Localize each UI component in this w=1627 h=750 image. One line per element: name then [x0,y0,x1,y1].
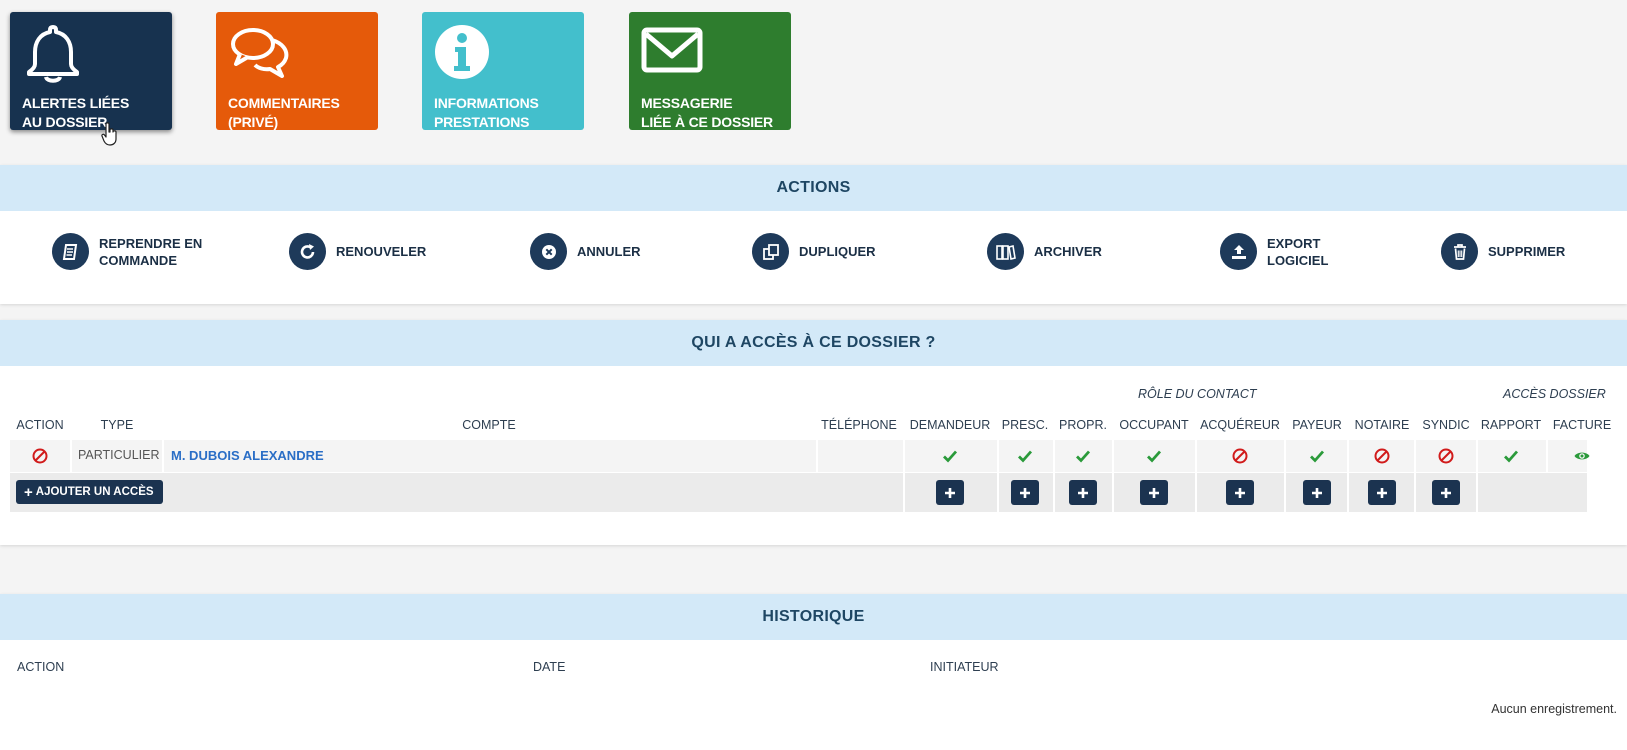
cancel-action-label: ANNULER [577,244,641,259]
actions-panel: ACTIONS REPRENDRE EN COMMANDE RENOUVELER… [0,165,1627,304]
history-panel: HISTORIQUE ACTION DATE INITIATEUR Aucun … [0,594,1627,750]
refresh-icon [300,243,314,259]
cancel-action-button[interactable]: ANNULER [530,233,641,270]
reorder-action-label: REPRENDRE EN COMMANDE [99,235,203,268]
archive-action-button[interactable]: ARCHIVER [987,233,1102,270]
plus-icon [1235,487,1245,498]
trash-icon [1453,243,1466,260]
history-panel-title: HISTORIQUE [0,594,1627,640]
add-access-label: AJOUTER UN ACCÈS [35,486,154,498]
account-link[interactable]: M. DUBOIS ALEXANDRE [171,448,324,463]
duplicate-action-button[interactable]: DUPLIQUER [752,233,876,270]
archive-action-label: ARCHIVER [1034,244,1102,259]
export-action-button[interactable]: EXPORT LOGICIEL [1220,233,1328,270]
archive-icon [995,244,1016,260]
col-action-header: ACTION [16,418,64,432]
col-facture-header: FACTURE [1552,418,1612,432]
add-notaire-button[interactable] [1368,480,1396,505]
renew-action-label: RENOUVELER [336,244,427,259]
history-col-initiateur: INITIATEUR [930,660,999,674]
delete-action-label: SUPPRIMER [1488,244,1566,259]
messaging-tile[interactable]: MESSAGERIE LIÉE À CE DOSSIER [629,12,791,130]
table-row: PARTICULIER M. DUBOIS ALEXANDRE [10,440,1590,472]
col-telephone-header: TÉLÉPHONE [821,418,897,432]
plus-icon [1441,487,1451,498]
comments-icon [231,28,289,78]
plus-icon [1078,487,1088,498]
check-icon [1504,450,1519,463]
col-payeur-header: PAYEUR [1292,418,1342,432]
add-acquereur-button[interactable] [1226,480,1254,505]
add-demandeur-button[interactable] [936,480,964,505]
add-access-button[interactable]: + AJOUTER UN ACCÈS [16,480,163,504]
check-icon [1147,450,1162,463]
order-icon [62,243,77,260]
comments-tile[interactable]: COMMENTAIRES (PRIVÉ) [216,12,378,130]
check-icon [1310,450,1325,463]
forbidden-icon [1438,448,1454,464]
add-syndic-button[interactable] [1432,480,1460,505]
hand-cursor-icon [101,122,117,146]
check-icon [1076,450,1091,463]
plus-icon [1020,487,1030,498]
col-occupant-header: OCCUPANT [1119,418,1189,432]
envelope-icon [641,27,703,73]
cancel-icon [541,244,556,259]
bell-icon [27,25,79,83]
messaging-tile-label: MESSAGERIE LIÉE À CE DOSSIER [641,95,773,130]
plus-icon [1377,487,1387,498]
plus-icon [945,487,955,498]
add-occupant-button[interactable] [1140,480,1168,505]
check-icon [1018,450,1033,463]
col-acquereur-header: ACQUÉREUR [1200,418,1280,432]
plus-icon [1149,487,1159,498]
col-demandeur-header: DEMANDEUR [909,418,991,432]
file-access-group-label: ACCÈS DOSSIER [1503,387,1606,401]
info-tile-label: INFORMATIONS PRESTATIONS [434,95,539,130]
col-presc-header: PRESC. [1001,418,1049,432]
contact-role-group-label: RÔLE DU CONTACT [1138,387,1257,401]
add-presc-button[interactable] [1011,480,1039,505]
col-compte-header: COMPTE [462,418,516,432]
export-action-label: EXPORT LOGICIEL [1267,235,1329,268]
col-propr-header: PROPR. [1059,418,1107,432]
upload-icon [1231,244,1246,259]
reorder-action-button[interactable]: REPRENDRE EN COMMANDE [52,233,202,270]
renew-action-button[interactable]: RENOUVELER [289,233,426,270]
comments-tile-label: COMMENTAIRES (PRIVÉ) [228,95,340,130]
col-notaire-header: NOTAIRE [1354,418,1410,432]
add-access-row: + AJOUTER UN ACCÈS [10,473,1587,512]
add-payeur-button[interactable] [1303,480,1331,505]
history-col-action: ACTION [17,660,65,674]
col-rapport-header: RAPPORT [1480,418,1542,432]
delete-action-button[interactable]: SUPPRIMER [1441,233,1565,270]
eye-icon[interactable] [1573,447,1591,465]
plus-icon [1312,487,1322,498]
remove-access-icon[interactable] [31,447,49,465]
col-type-header: TYPE [100,418,134,432]
info-tile[interactable]: INFORMATIONS PRESTATIONS [422,12,584,130]
info-icon [435,25,489,79]
col-syndic-header: SYNDIC [1422,418,1470,432]
alerts-tile[interactable]: ALERTES LIÉES AU DOSSIER [10,12,172,130]
access-panel-title: QUI A ACCÈS À CE DOSSIER ? [0,320,1627,366]
row-type: PARTICULIER [78,448,160,462]
check-icon [943,450,958,463]
actions-panel-title: ACTIONS [0,165,1627,211]
access-panel: QUI A ACCÈS À CE DOSSIER ? RÔLE DU CONTA… [0,320,1627,545]
add-propr-button[interactable] [1069,480,1097,505]
forbidden-icon [1374,448,1390,464]
duplicate-action-label: DUPLIQUER [799,244,876,259]
copy-icon [762,243,779,260]
history-empty-message: Aucun enregistrement. [1491,702,1617,716]
forbidden-icon [1232,448,1248,464]
history-col-date: DATE [533,660,566,674]
